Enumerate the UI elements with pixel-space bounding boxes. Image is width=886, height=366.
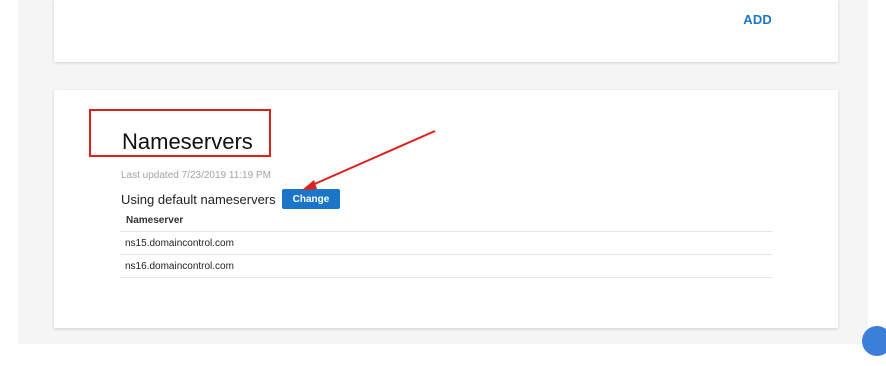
table-row: ns16.domaincontrol.com (120, 255, 772, 278)
table-header: Nameserver (120, 209, 772, 232)
top-card: ADD (54, 0, 838, 62)
nameservers-title: Nameservers (122, 129, 253, 154)
nameserver-status-text: Using default nameservers (121, 191, 276, 207)
table-row: ns15.domaincontrol.com (120, 232, 772, 255)
nameserver-table: Nameserver ns15.domaincontrol.com ns16.d… (120, 209, 772, 278)
chat-fab-button[interactable] (862, 326, 886, 356)
last-updated-text: Last updated 7/23/2019 11:19 PM (121, 170, 271, 181)
nameserver-status-row: Using default nameservers Change (121, 188, 341, 210)
nameservers-card: Nameservers Last updated 7/23/2019 11:19… (54, 90, 838, 328)
add-link[interactable]: ADD (743, 12, 772, 27)
change-button[interactable]: Change (281, 189, 341, 209)
